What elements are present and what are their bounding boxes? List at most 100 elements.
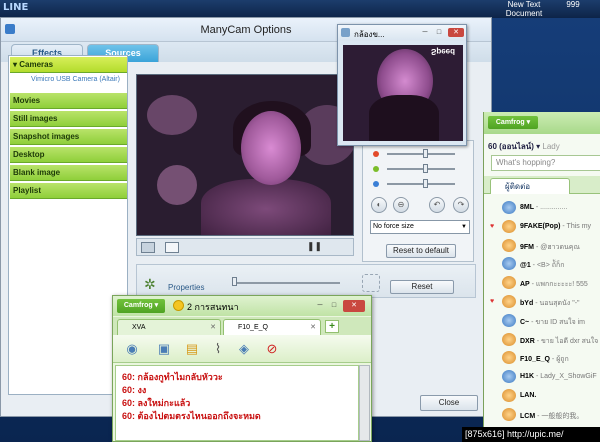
red-channel-icon xyxy=(373,151,379,157)
contact-row[interactable]: 8ML - .............. xyxy=(488,200,600,217)
source-item-blank-image[interactable]: Blank image xyxy=(10,165,127,181)
contact-row[interactable]: @1 - <B> ถ้ัก็ก xyxy=(488,256,600,273)
contact-row[interactable]: F10_E_Q - ผู้ถูก xyxy=(488,350,600,367)
camera-subitem[interactable]: Vimicro USB Camera (Altair) xyxy=(31,76,120,83)
move-icon[interactable] xyxy=(362,274,380,292)
maximize-icon[interactable]: □ xyxy=(434,28,444,37)
tab-f10-e-q[interactable]: F10_E_Q ✕ xyxy=(223,319,321,335)
contact-row[interactable]: AP - แพกกะะะะะ! 555 xyxy=(488,275,600,292)
avatar xyxy=(502,370,516,384)
green-slider-knob[interactable] xyxy=(423,164,428,173)
contact-row[interactable]: DXR - ขาย ไอดี dxr สนใจ xyxy=(488,332,600,349)
source-item-cameras[interactable]: ▾ Cameras xyxy=(10,57,127,73)
properties-slider[interactable] xyxy=(232,282,340,284)
contact-row[interactable]: LAN. xyxy=(488,388,600,405)
reset-to-default-button[interactable]: Reset to default xyxy=(386,244,456,258)
desktop-icon-new-text-document[interactable]: New Text Document xyxy=(496,0,552,18)
contact-name: 9FAKE(Pop) xyxy=(520,222,561,230)
contact-card-icon[interactable]: ▤ xyxy=(183,340,201,358)
source-item-still-images[interactable]: Still images xyxy=(10,111,127,127)
contact-name: LAN. xyxy=(520,392,537,399)
status-text: 60 (ออนไลน์) xyxy=(488,142,534,151)
source-item-snapshot-images[interactable]: Snapshot images xyxy=(10,129,127,145)
source-item-desktop[interactable]: Desktop xyxy=(10,147,127,163)
whats-hopping-input[interactable]: What's hopping? xyxy=(491,155,600,171)
chat-scrollbar[interactable] xyxy=(359,365,370,441)
online-status[interactable]: 60 (ออนไลน์) ▾ Lady xyxy=(488,140,560,153)
window-view-button[interactable] xyxy=(165,242,179,253)
desktop-icon-999[interactable]: 999 xyxy=(560,0,586,9)
gamepad-icon[interactable]: ◈ xyxy=(235,340,253,358)
tab-xva[interactable]: XVA ✕ xyxy=(117,319,221,335)
contact-status-message: - ขาย ID สนใจ im xyxy=(531,318,586,326)
force-size-value: No force size xyxy=(373,223,414,230)
contact-row[interactable]: ♥ bYd - นอนสุดนัง "-" xyxy=(488,294,600,311)
red-slider-knob[interactable] xyxy=(423,149,428,158)
contact-row[interactable]: C~ - ขาย ID สนใจ im xyxy=(488,313,600,330)
camera-icon[interactable]: ▣ xyxy=(155,340,173,358)
tab-contacts[interactable]: ผู้ติดต่อ xyxy=(490,178,570,194)
close-button[interactable]: Close xyxy=(420,395,478,411)
chat-messages: 60: กล้องกูทำไมกลับหัววะ 60: งง 60: ลงให… xyxy=(115,365,359,441)
contact-text: 9FM - @ฮาวดนคุณ xyxy=(520,242,580,253)
close-tab-icon[interactable]: ✕ xyxy=(310,320,316,335)
properties-slider-knob[interactable] xyxy=(232,277,237,286)
popup-video: Speed xyxy=(343,45,463,141)
chat-title: 2 การสนทนา xyxy=(187,302,239,312)
contact-status-message: - <B> ถ้ัก็ก xyxy=(532,262,565,270)
mirror-icon[interactable]: ⊖ xyxy=(393,197,409,213)
block-icon[interactable]: ⊘ xyxy=(263,340,281,358)
contact-name: 9FM xyxy=(520,243,534,251)
close-tab-icon[interactable]: ✕ xyxy=(210,320,216,335)
tab-label: F10_E_Q xyxy=(238,324,268,331)
line-app-label[interactable]: LINE xyxy=(3,2,28,13)
maximize-icon[interactable]: □ xyxy=(329,301,339,310)
contact-status-message: - Lady_X_ShowGiF xyxy=(535,373,597,381)
contact-row[interactable]: LCM - 一般般的我。 xyxy=(488,407,600,424)
blue-slider[interactable] xyxy=(387,183,455,185)
contact-status-message: - .............. xyxy=(535,204,568,211)
reset-button[interactable]: Reset xyxy=(390,280,454,294)
flip-icon[interactable]: ◐ xyxy=(371,197,387,213)
attachment-icon[interactable]: ⌇ xyxy=(209,340,227,358)
rotate-left-icon[interactable]: ↶ xyxy=(429,197,445,213)
chat-camfrog-menu[interactable]: Camfrog ▾ xyxy=(117,299,165,313)
blue-channel-icon xyxy=(373,181,379,187)
webcam-icon[interactable]: ◉ xyxy=(123,340,141,358)
popup-title-bar: กล้องข... ─ □ ✕ xyxy=(338,25,466,41)
contact-text: bYd - นอนสุดนัง "-" xyxy=(520,298,580,309)
pause-icon[interactable]: ❚❚ xyxy=(307,241,322,252)
menu-label: Camfrog xyxy=(495,119,525,126)
contact-status-message: - นอนสุดนัง "-" xyxy=(535,300,580,307)
green-slider[interactable] xyxy=(387,168,455,170)
add-tab-button[interactable]: + xyxy=(325,320,339,333)
contact-status-message: - @ฮาวดนคุณ xyxy=(535,243,580,251)
minimize-icon[interactable]: ─ xyxy=(420,28,430,37)
force-size-select[interactable]: No force size ▼ xyxy=(370,220,470,234)
tab-label: XVA xyxy=(132,324,146,331)
camera-preview xyxy=(136,74,354,236)
contact-status-message: - แพกกะะะะะ! 555 xyxy=(531,281,588,289)
blue-slider-knob[interactable] xyxy=(423,179,428,188)
contact-text: AP - แพกกะะะะะ! 555 xyxy=(520,279,588,290)
avatar xyxy=(502,295,516,308)
camfrog-menu-button[interactable]: Camfrog ▾ xyxy=(488,116,538,129)
close-icon[interactable]: ✕ xyxy=(448,28,464,37)
rotate-right-icon[interactable]: ↷ xyxy=(453,197,469,213)
fullscreen-view-button[interactable] xyxy=(141,242,155,253)
person-face xyxy=(241,111,301,185)
chat-tab-strip: XVA ✕ F10_E_Q ✕ + xyxy=(113,317,371,335)
chat-toolbar: ◉ ▣ ▤ ⌇ ◈ ⊘ xyxy=(113,335,371,363)
avatar xyxy=(502,201,516,214)
chat-line: 60: งง xyxy=(122,385,147,395)
contact-row[interactable]: H1K - Lady_X_ShowGiF xyxy=(488,369,600,386)
close-icon[interactable]: ✕ xyxy=(343,300,365,312)
source-item-playlist[interactable]: Playlist xyxy=(10,183,127,199)
red-slider[interactable] xyxy=(387,153,455,155)
contact-row[interactable]: 9FM - @ฮาวดนคุณ xyxy=(488,238,600,255)
source-item-movies[interactable]: Movies xyxy=(10,93,127,109)
green-channel-icon xyxy=(373,166,379,172)
contact-text: 8ML - .............. xyxy=(520,204,567,211)
minimize-icon[interactable]: ─ xyxy=(315,301,325,310)
contact-row[interactable]: ♥ 9FAKE(Pop) - This my xyxy=(488,219,600,236)
